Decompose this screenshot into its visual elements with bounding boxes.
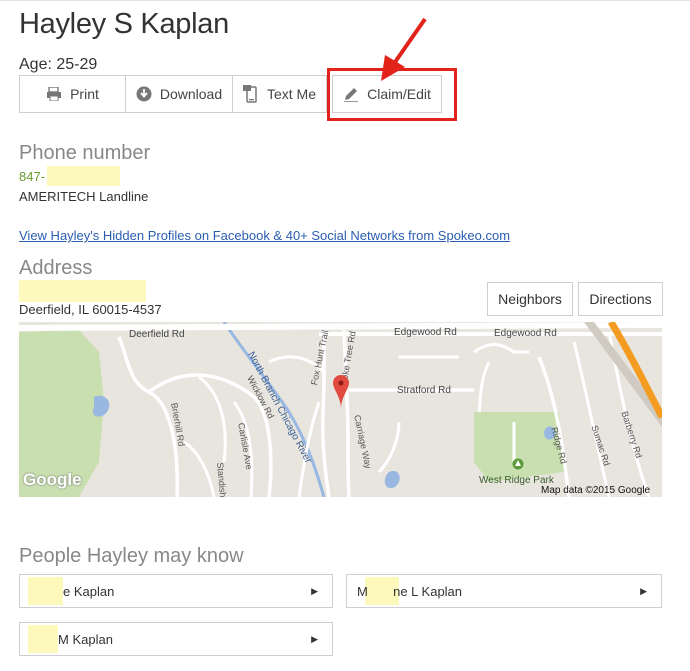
phone-number: 847- (19, 169, 46, 184)
print-button[interactable]: Print (19, 75, 126, 113)
person-card[interactable]: e Kaplan ▶ (19, 574, 333, 608)
person-name: M Kaplan (58, 631, 113, 647)
arrow-right-icon: ▶ (311, 633, 318, 644)
directions-button[interactable]: Directions (578, 282, 663, 316)
top-divider (0, 0, 690, 1)
phone-section-title: Phone number (19, 142, 151, 164)
download-label: Download (159, 86, 223, 102)
map-label-edgewood-rd-east: Edgewood Rd (494, 328, 557, 339)
address-map[interactable]: Deerfield Rd Edgewood Rd Edgewood Rd Fox… (19, 322, 662, 497)
phone-text-icon (242, 85, 259, 103)
hidden-profiles-link[interactable]: View Hayley's Hidden Profiles on Faceboo… (19, 228, 510, 243)
redacted-name-mask (28, 625, 58, 653)
people-section-title: People Hayley may know (19, 545, 244, 567)
download-button[interactable]: Download (125, 75, 233, 113)
phone-carrier: AMERITECH Landline (19, 189, 149, 204)
arrow-right-icon: ▶ (311, 585, 318, 596)
download-icon (136, 86, 152, 102)
person-card[interactable]: M ne L Kaplan ▶ (346, 574, 662, 608)
redacted-phone-mask (47, 166, 120, 186)
neighbors-button[interactable]: Neighbors (487, 282, 573, 316)
redacted-street-mask (19, 280, 146, 302)
map-label-stratford-rd: Stratford Rd (397, 385, 451, 396)
park-icon (512, 458, 524, 472)
map-label-edgewood-rd: Edgewood Rd (394, 327, 457, 338)
profile-name: Hayley S Kaplan (19, 8, 229, 40)
printer-icon (46, 87, 62, 101)
annotation-arrow-icon (381, 17, 427, 81)
address-section-title: Address (19, 257, 93, 279)
text-me-button[interactable]: Text Me (232, 75, 327, 113)
text-me-label: Text Me (266, 86, 316, 102)
arrow-right-icon: ▶ (640, 585, 647, 596)
person-name: e Kaplan (63, 583, 115, 599)
print-label: Print (70, 86, 99, 102)
person-card[interactable]: M Kaplan ▶ (19, 622, 333, 656)
person-name: M ne L Kaplan (357, 583, 463, 599)
address-city: Deerfield, IL 60015-4537 (19, 302, 162, 317)
google-logo: Google (23, 470, 82, 489)
redacted-name-mask (28, 577, 63, 605)
map-label-deerfield-rd: Deerfield Rd (129, 329, 185, 340)
profile-age: Age: 25-29 (19, 56, 98, 73)
map-marker-icon[interactable] (333, 375, 349, 413)
map-attribution: Map data ©2015 Google (541, 485, 651, 496)
